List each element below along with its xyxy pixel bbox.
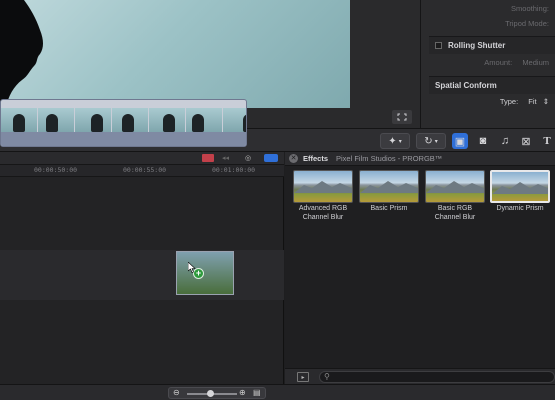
effect-item[interactable]: Advanced RGB Channel Blur (293, 170, 353, 222)
effects-grid: Advanced RGB Channel Blur Basic Prism Ba… (293, 170, 553, 240)
effect-label: Basic Prism (370, 205, 408, 212)
amount-row: Amount: Medium (484, 58, 549, 67)
effect-item[interactable]: Basic RGB Channel Blur (425, 170, 485, 222)
type-value[interactable]: Fit (528, 97, 536, 106)
rolling-shutter-label: Rolling Shutter (448, 41, 506, 50)
effect-label: Basic RGB Channel Blur (434, 205, 476, 221)
dragged-effect-preview (176, 251, 234, 295)
tripod-row: Tripod Mode: (505, 19, 549, 28)
clip-thumbnail (112, 108, 148, 132)
effects-footer: ▸ ⚲ (285, 368, 555, 384)
search-icon: ⚲ (324, 372, 330, 381)
amount-label: Amount: (484, 58, 513, 67)
chevron-down-icon: ▾ (398, 138, 402, 145)
inspector-panel: Smoothing: Tripod Mode: Rolling Shutter … (420, 0, 555, 128)
timeline-bottom-bar: ⊖ ⊕ ▤ (0, 384, 555, 400)
type-label: Type: (499, 97, 519, 106)
zoom-in-icon[interactable]: ⊕ (239, 388, 246, 397)
show-sidebar-button[interactable]: ▸ (297, 372, 309, 382)
track-lane (0, 250, 284, 300)
video-clip[interactable] (0, 99, 247, 147)
camera-icon: ◙ (479, 135, 487, 147)
silhouette-figure (0, 0, 43, 108)
effect-thumbnail (359, 170, 419, 203)
magic-wand-icon: ✦ (388, 135, 397, 147)
amount-value[interactable]: Medium (522, 58, 549, 67)
effects-category: Pixel Film Studios - PRORGB™ (336, 154, 443, 163)
search-input[interactable]: ⚲ (319, 371, 555, 383)
photo-browser-button[interactable]: ◙ (475, 133, 491, 149)
spatial-conform-label: Spatial Conform (435, 81, 497, 90)
ruler-timecode: 00:01:00:00 (212, 166, 256, 174)
ruler-timecode: 00:00:50:00 (34, 166, 78, 174)
clip-appearance-icon[interactable]: ▤ (253, 388, 261, 397)
rolling-shutter-checkbox[interactable] (435, 42, 442, 49)
effect-thumbnail (490, 170, 550, 203)
effect-thumbnail (425, 170, 485, 203)
music-icon: ♫ (500, 135, 510, 147)
zoom-control: ⊖ ⊕ ▤ (168, 387, 266, 399)
chevron-down-icon: ▾ (434, 138, 438, 145)
video-effects-button[interactable]: ▣ (452, 133, 468, 149)
snapping-toggle-icon[interactable] (264, 154, 278, 162)
fullscreen-button[interactable] (392, 110, 412, 124)
effect-label: Advanced RGB Channel Blur (298, 205, 348, 221)
retime-button[interactable]: ↻ ▾ (416, 133, 446, 149)
clip-thumbnail (38, 108, 74, 132)
timeline-ruler[interactable]: 00:00:50:00 00:00:55:00 00:01:00:00 (0, 165, 284, 177)
skimming-toggle-icon[interactable] (202, 154, 214, 162)
music-browser-button[interactable]: ♫ (497, 133, 513, 149)
app-window: Smoothing: Tripod Mode: Rolling Shutter … (0, 0, 555, 400)
effect-thumbnail (293, 170, 353, 203)
solo-icon[interactable]: ◎ (245, 154, 255, 162)
smoothing-row: Smoothing: (511, 4, 549, 13)
retime-icon: ↻ (424, 135, 433, 147)
primary-storyline[interactable] (0, 178, 284, 384)
clip-audio-strip (1, 132, 246, 146)
pointer-cursor-icon (188, 262, 196, 273)
timeline-header: ◂◂ ◎ (0, 152, 284, 165)
close-icon[interactable]: ✕ (289, 154, 298, 163)
audio-skimming-icon[interactable]: ◂◂ (222, 154, 236, 162)
clip-thumbnail (186, 108, 222, 132)
clip-thumbnail (223, 108, 246, 132)
video-effects-icon: ▣ (454, 135, 466, 148)
tripod-mode-label: Tripod Mode: (505, 19, 549, 28)
effects-browser: ✕ Effects Pixel Film Studios - PRORGB™ A… (285, 152, 555, 384)
type-stepper-icon[interactable]: ⇕ (543, 97, 549, 106)
timeline: ◂◂ ◎ 00:00:50:00 00:00:55:00 00:01:00:00 (0, 152, 284, 384)
viewer-video[interactable] (0, 0, 350, 108)
effects-title: Effects (303, 154, 329, 163)
smoothing-label: Smoothing: (511, 4, 549, 13)
ruler-timecode: 00:00:55:00 (123, 166, 167, 174)
effect-item[interactable]: Basic Prism (359, 170, 419, 214)
type-row: Type: Fit ⇕ (500, 97, 549, 106)
enhancements-button[interactable]: ✦ ▾ (380, 133, 410, 149)
rolling-shutter-section[interactable]: Rolling Shutter (429, 36, 555, 54)
titles-button[interactable]: T (539, 133, 555, 149)
effect-label: Dynamic Prism (496, 205, 544, 212)
zoom-slider-handle[interactable] (207, 390, 214, 397)
transitions-icon: ⊠ (521, 135, 531, 148)
fullscreen-icon (397, 113, 407, 121)
effect-item-selected[interactable]: Dynamic Prism (490, 170, 550, 214)
clip-filmstrip (1, 108, 246, 132)
zoom-out-icon[interactable]: ⊖ (173, 388, 180, 397)
clip-thumbnail (149, 108, 185, 132)
text-icon: T (543, 135, 551, 147)
clip-thumbnail (1, 108, 37, 132)
clip-thumbnail (75, 108, 111, 132)
transitions-button[interactable]: ⊠ (518, 133, 534, 149)
spatial-conform-section: Spatial Conform (429, 76, 555, 94)
effects-header: ✕ Effects Pixel Film Studios - PRORGB™ (285, 152, 555, 166)
